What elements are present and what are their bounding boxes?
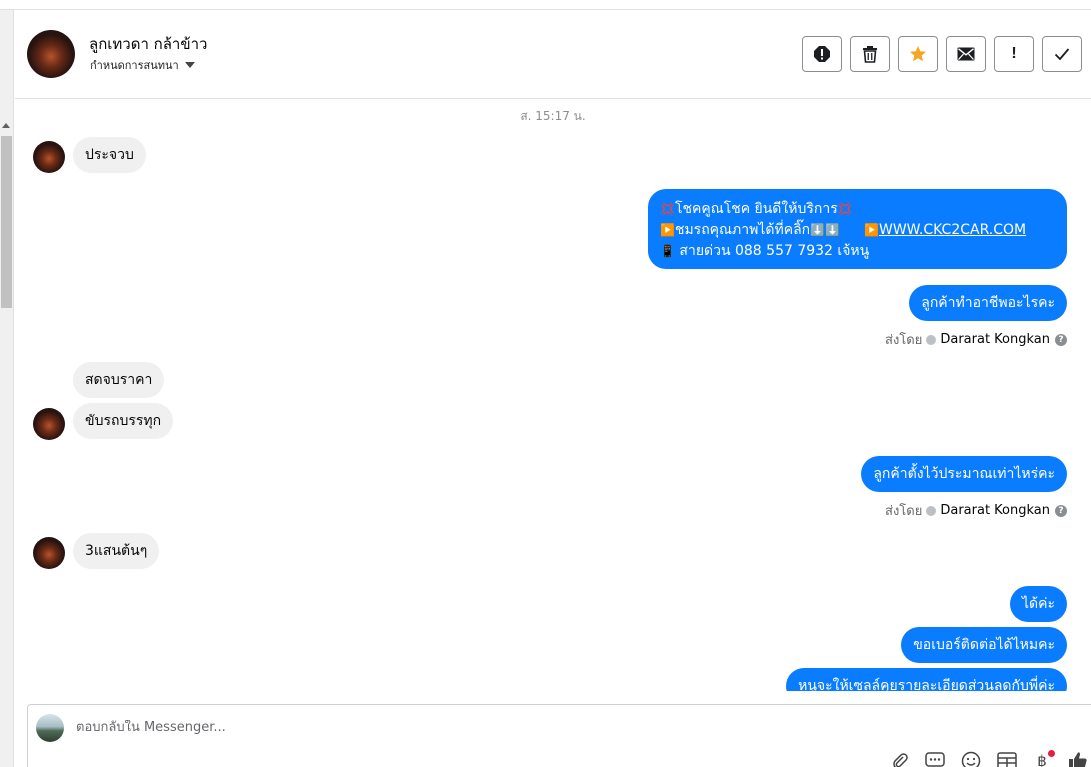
notification-dot [1048,750,1055,757]
caret-down-icon [184,62,195,68]
like-button[interactable] [1068,751,1088,767]
saved-replies-icon [925,752,945,767]
reply-input[interactable] [76,720,776,735]
reply-composer: ฿ [27,704,1091,767]
exclamation-icon: ! [1011,45,1017,62]
attach-button[interactable] [890,751,910,767]
assign-conversation-dropdown[interactable]: กำหนดการสนทนา [90,56,195,74]
template-button[interactable] [997,751,1017,767]
contact-name[interactable]: ลูกเทวดา กล้าข้าว [89,32,207,56]
emoji-icon [961,751,981,767]
mark-done-button[interactable] [1042,36,1082,72]
scroll-thumb[interactable] [1,136,12,308]
contact-avatar[interactable] [27,30,75,78]
assign-label: กำหนดการสนทนา [90,59,179,72]
baht-icon: ฿ [1037,753,1047,767]
emoji-button[interactable] [961,751,981,767]
outgoing-message[interactable]: หนูจะให้เซลล์คุยรายละเอียดส่วนลดกับพี่ค่… [786,668,1067,691]
checkmark-icon [1054,48,1070,61]
scroll-up-arrow[interactable] [2,123,10,128]
trash-icon [863,46,877,63]
star-button[interactable] [898,36,938,72]
star-icon [910,46,926,62]
message-list-clip: หนูจะให้เซลล์คุยรายละเอียดส่วนลดกับพี่ค่… [15,99,1091,691]
window-top-border [0,0,1091,10]
saved-replies-button[interactable] [925,751,945,767]
envelope-icon [957,47,975,61]
template-icon [997,752,1017,767]
like-icon [1069,752,1087,767]
alert-circle-icon [814,46,830,62]
paperclip-icon [893,753,908,767]
left-scrollbar[interactable] [0,10,14,767]
mark-unread-button[interactable] [946,36,986,72]
follow-up-button[interactable]: ! [994,36,1034,72]
page-avatar [36,714,64,742]
delete-button[interactable] [850,36,890,72]
conversation-header: ลูกเทวดา กล้าข้าว กำหนดการสนทนา ! [15,10,1091,99]
mark-spam-button[interactable] [802,36,842,72]
